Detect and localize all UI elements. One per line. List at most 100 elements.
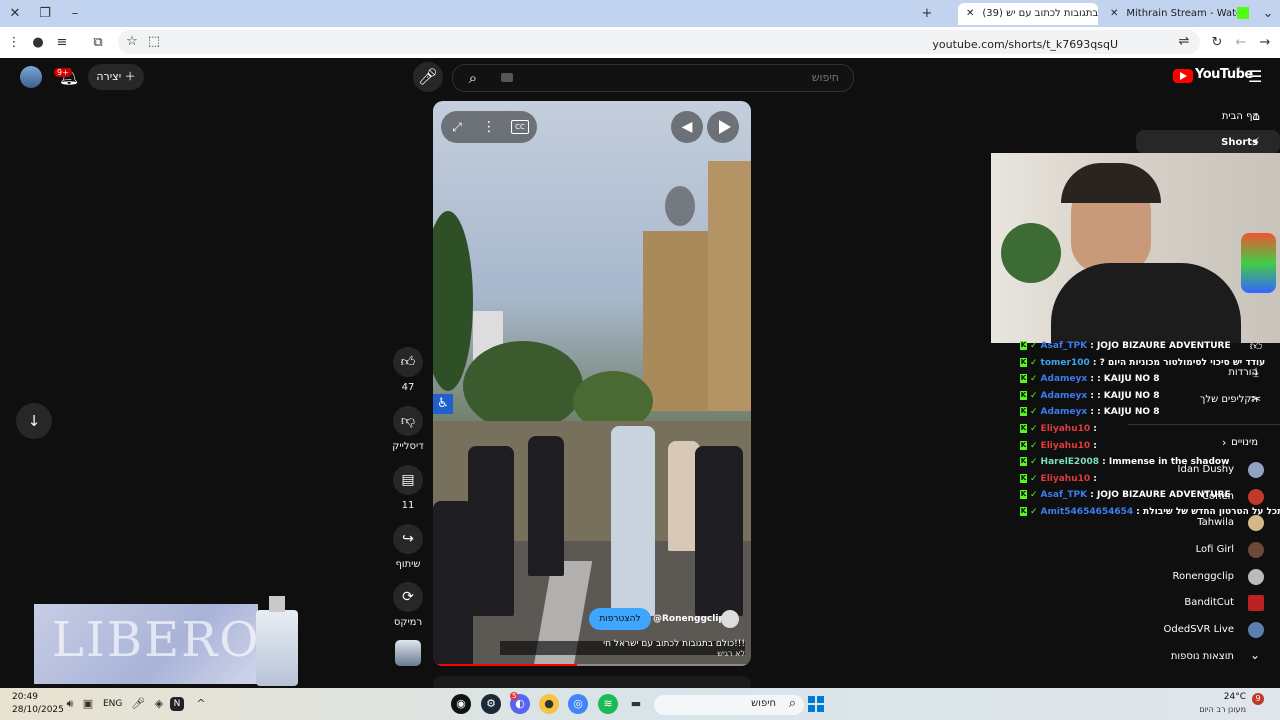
network-icon[interactable]: ▣: [78, 694, 98, 714]
more-options-icon[interactable]: ⋮: [479, 117, 499, 137]
short-video-player[interactable]: ♿ ⤢ ⋮ CC ◀ להצטרפות @Ronenggclip כולם בת…: [433, 101, 751, 666]
bookmark-star-icon[interactable]: ☆: [122, 32, 142, 52]
next-short-preview[interactable]: [433, 676, 751, 688]
chat-username[interactable]: HarelE2008: [1041, 457, 1099, 467]
restore-window-icon[interactable]: ❐: [33, 4, 57, 24]
chat-username[interactable]: Adameyx: [1041, 391, 1088, 401]
site-settings-icon[interactable]: ⇌: [1174, 32, 1194, 52]
keyboard-icon[interactable]: [501, 73, 513, 82]
clock-time[interactable]: 20:49: [12, 692, 38, 702]
sub-item[interactable]: BanditCut: [1184, 597, 1234, 608]
captions-icon[interactable]: CC: [511, 120, 529, 134]
search-bar[interactable]: ⌕: [452, 64, 854, 92]
security-icon[interactable]: ◈: [149, 694, 169, 714]
chat-username[interactable]: Eliyahu10: [1041, 474, 1091, 484]
kick-badge-icon: K: [1020, 407, 1027, 417]
sidebar-item-shorts[interactable]: Shorts: [1221, 137, 1258, 148]
mute-speaker-icon[interactable]: ◀: [671, 111, 703, 143]
progress-track[interactable]: [437, 664, 747, 666]
windows-start-icon[interactable]: [808, 696, 824, 712]
chat-text: ? עודד יש סיכוי לסימולטור מכוניות היום: [1099, 357, 1266, 368]
chat-username[interactable]: Adameyx: [1041, 374, 1088, 384]
create-button[interactable]: יצירה ＋: [88, 64, 144, 90]
country-code: IL: [1237, 66, 1243, 73]
like-icon[interactable]: 👍︎: [393, 347, 423, 377]
extensions-icon[interactable]: ⧉: [88, 33, 108, 53]
weather-temp[interactable]: 24°C: [1224, 692, 1246, 702]
weather-desc[interactable]: מעונן רב היום: [1199, 705, 1246, 714]
profile-icon[interactable]: ●: [28, 33, 48, 53]
channel-handle[interactable]: @Ronenggclip: [653, 614, 725, 624]
chevron-down-icon[interactable]: ⌄: [1250, 648, 1260, 662]
tab-close-icon[interactable]: ✕: [1110, 8, 1118, 19]
next-short-arrow-icon[interactable]: ↓: [16, 403, 52, 439]
account-avatar[interactable]: [20, 66, 42, 88]
voice-search-mic-icon[interactable]: 🎤︎: [413, 62, 443, 92]
reading-list-icon[interactable]: ≡: [52, 33, 72, 53]
app-icon[interactable]: ●: [539, 694, 559, 714]
play-icon[interactable]: [707, 111, 739, 143]
show-more-subscriptions[interactable]: תוצאות נוספות: [1171, 651, 1234, 662]
tab-search-chevron-icon[interactable]: ⌄: [1256, 4, 1280, 24]
new-tab-icon[interactable]: +: [915, 4, 939, 24]
audio-track-thumbnail[interactable]: [395, 640, 421, 666]
menu-dots-icon[interactable]: ⋮: [4, 33, 24, 53]
short-title[interactable]: כולם בתגובות לכתוב עם ישראל חי!!!: [603, 639, 745, 649]
chat-username[interactable]: Eliyahu10: [1041, 424, 1091, 434]
spotify-icon[interactable]: ≋: [598, 694, 618, 714]
tab-kick-stream[interactable]: ✕ Mithrain Stream - Watch Live o: [1102, 3, 1252, 25]
hamburger-menu-icon[interactable]: ☰: [1248, 67, 1262, 86]
channel-avatar[interactable]: [721, 610, 739, 628]
chat-username[interactable]: Asaf_TPK: [1041, 341, 1088, 351]
sub-item[interactable]: OdedSVR Live: [1164, 624, 1234, 635]
taskbar-search[interactable]: חיפוש ⌕: [654, 695, 804, 715]
chat-username[interactable]: Asaf_TPK: [1041, 490, 1088, 500]
language-indicator[interactable]: ENG: [103, 699, 122, 709]
url-text[interactable]: youtube.com/shorts/t_k7693qsqU: [932, 38, 1118, 51]
share-icon[interactable]: ↪: [393, 524, 423, 554]
url-bar[interactable]: ☆ ⬚ youtube.com/shorts/t_k7693qsqU ⇌: [118, 30, 1200, 54]
youtube-logo-icon[interactable]: [1173, 69, 1193, 83]
chat-username[interactable]: tomer100: [1041, 358, 1090, 368]
libero-brand-text: LIBERO: [52, 612, 261, 668]
chat-username[interactable]: Adameyx: [1041, 407, 1088, 417]
tab-youtube-short[interactable]: ✕ (39) כולם בתגובות לכתוב עם יש: [958, 3, 1098, 25]
sub-item[interactable]: Ronenggclip: [1172, 571, 1234, 582]
mic-icon[interactable]: 🎤︎: [128, 694, 148, 714]
steam-icon[interactable]: ⚙: [481, 694, 501, 714]
search-input[interactable]: [537, 70, 841, 85]
taskbar-app-icon[interactable]: ◉: [451, 694, 471, 714]
screenshot-icon[interactable]: ⬚: [144, 32, 164, 52]
avatar[interactable]: [1248, 595, 1264, 611]
file-explorer-icon[interactable]: ▬: [626, 694, 646, 714]
minimize-window-icon[interactable]: –: [63, 4, 87, 24]
subscribe-button[interactable]: להצטרפות: [589, 608, 651, 630]
avatar[interactable]: [1248, 542, 1264, 558]
chat-text: Immense in the shadow: [1108, 457, 1230, 468]
sidebar-item-home[interactable]: דף הבית: [1222, 111, 1258, 122]
tab-close-icon[interactable]: ✕: [966, 8, 974, 19]
forward-icon[interactable]: ←: [1231, 33, 1251, 53]
sub-item[interactable]: Lofi Girl: [1196, 544, 1234, 555]
avatar[interactable]: [1248, 569, 1264, 585]
tray-chevron-icon[interactable]: ^: [191, 694, 211, 714]
chat-username[interactable]: Amit54654654654: [1041, 507, 1134, 517]
fullscreen-icon[interactable]: ⤢: [447, 117, 467, 137]
clock-date[interactable]: 28/10/2025: [12, 705, 64, 715]
comments-icon[interactable]: ▤: [393, 465, 423, 495]
chat-username[interactable]: Eliyahu10: [1041, 441, 1091, 451]
back-icon[interactable]: →: [1255, 33, 1275, 53]
kick-badge-icon: K: [1020, 490, 1027, 500]
dislike-icon[interactable]: 👎︎: [393, 406, 423, 436]
notifications-bell-icon[interactable]: 🔔︎: [54, 62, 84, 92]
youtube-logo-text[interactable]: YouTube: [1195, 67, 1253, 82]
app-n-icon[interactable]: N: [170, 697, 184, 711]
search-icon[interactable]: ⌕: [459, 65, 487, 91]
kick-badge-icon: K: [1020, 423, 1027, 433]
close-window-icon[interactable]: ✕: [3, 4, 27, 24]
reload-icon[interactable]: ↻: [1207, 33, 1227, 53]
speaker-icon[interactable]: 🔊︎: [60, 694, 80, 714]
chrome-icon[interactable]: ◎: [568, 694, 588, 714]
remix-icon[interactable]: ⟳: [393, 582, 423, 612]
avatar[interactable]: [1248, 622, 1264, 638]
